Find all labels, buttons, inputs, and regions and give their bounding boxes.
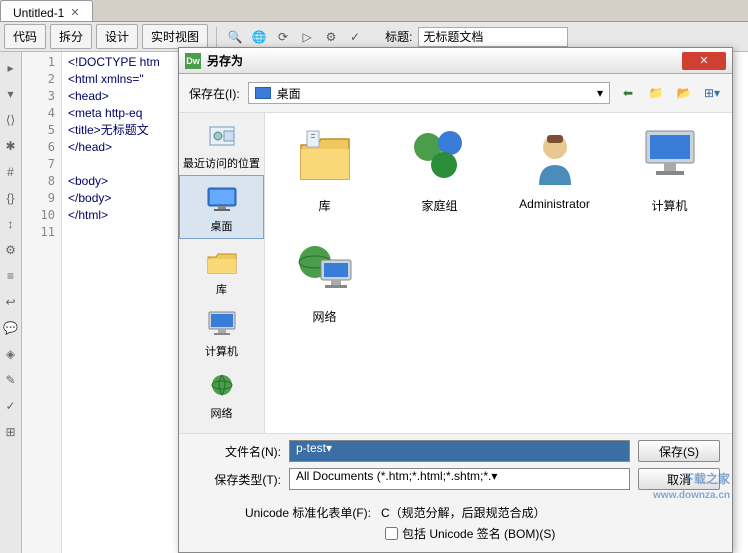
recent-icon bbox=[202, 119, 242, 153]
tab-close-icon[interactable]: ✕ bbox=[70, 6, 79, 19]
up-icon[interactable]: 📁 bbox=[646, 83, 666, 103]
indent-icon[interactable]: ≡ bbox=[3, 268, 19, 284]
folder-admin[interactable]: Administrator bbox=[507, 121, 602, 214]
filename-label: 文件名(N): bbox=[191, 443, 281, 460]
back-icon[interactable]: ⬅ bbox=[618, 83, 638, 103]
place-desktop[interactable]: 桌面 bbox=[179, 175, 264, 239]
places-bar: 最近访问的位置桌面库计算机网络 bbox=[179, 113, 265, 433]
tag-icon[interactable]: ⟨⟩ bbox=[3, 112, 19, 128]
options-icon[interactable]: ⚙ bbox=[321, 27, 341, 47]
filename-input[interactable]: p-test▾ bbox=[289, 440, 630, 462]
dreamweaver-icon: Dw bbox=[185, 53, 201, 69]
inspect-icon[interactable]: 🔍 bbox=[225, 27, 245, 47]
place-computer[interactable]: 计算机 bbox=[179, 301, 264, 363]
refresh-icon[interactable]: ⟳ bbox=[273, 27, 293, 47]
separator bbox=[216, 27, 217, 47]
unicode-label: Unicode 标准化表单(F): bbox=[191, 504, 371, 521]
dialog-bottom: 文件名(N): p-test▾ 保存(S) 保存类型(T): All Docum… bbox=[179, 433, 732, 552]
close-icon[interactable]: ✕ bbox=[682, 52, 726, 70]
design-view-button[interactable]: 设计 bbox=[96, 24, 138, 49]
save-in-value: 桌面 bbox=[277, 85, 301, 102]
collapse-icon[interactable]: ▸ bbox=[3, 60, 19, 76]
gear-icon[interactable]: ⚙ bbox=[3, 242, 19, 258]
title-input[interactable] bbox=[418, 27, 568, 47]
browse-icon[interactable]: ▷ bbox=[297, 27, 317, 47]
chevron-down-icon: ▾ bbox=[597, 86, 603, 100]
split-view-button[interactable]: 拆分 bbox=[50, 24, 92, 49]
document-tab[interactable]: Untitled-1 ✕ bbox=[0, 0, 93, 21]
live-view-button[interactable]: 实时视图 bbox=[142, 24, 208, 49]
new-folder-icon[interactable]: 📂 bbox=[674, 83, 694, 103]
bookmark-icon[interactable]: ◈ bbox=[3, 346, 19, 362]
validate-icon[interactable]: ✓ bbox=[3, 398, 19, 414]
library-icon bbox=[289, 121, 361, 193]
save-as-dialog: Dw 另存为 ✕ 保存在(I): 桌面 ▾ ⬅ 📁 📂 ⊞▾ 最近访问的位置桌面… bbox=[178, 47, 733, 553]
folder-network[interactable]: 网络 bbox=[277, 232, 372, 325]
folder-computer[interactable]: 计算机 bbox=[622, 121, 717, 214]
save-button[interactable]: 保存(S) bbox=[638, 440, 720, 462]
check-icon[interactable]: ✓ bbox=[345, 27, 365, 47]
wand-icon[interactable]: ✎ bbox=[3, 372, 19, 388]
wrap-icon[interactable]: ↩ bbox=[3, 294, 19, 310]
library-icon bbox=[202, 245, 242, 279]
save-in-combo[interactable]: 桌面 ▾ bbox=[248, 82, 610, 104]
save-in-label: 保存在(I): bbox=[189, 85, 240, 102]
asterisk-icon[interactable]: ✱ bbox=[3, 138, 19, 154]
folder-library[interactable]: 库 bbox=[277, 121, 372, 214]
dialog-main: 最近访问的位置桌面库计算机网络 库家庭组Administrator计算机网络 bbox=[179, 112, 732, 433]
hash-icon[interactable]: # bbox=[3, 164, 19, 180]
brace-icon[interactable]: {} bbox=[3, 190, 19, 206]
network-icon bbox=[289, 232, 361, 304]
left-toolbar: ▸ ▾ ⟨⟩ ✱ # {} ↕ ⚙ ≡ ↩ 💬 ◈ ✎ ✓ ⊞ bbox=[0, 52, 22, 553]
line-gutter: 1234567891011 bbox=[22, 52, 62, 553]
computer-icon bbox=[202, 307, 242, 341]
place-library[interactable]: 库 bbox=[179, 239, 264, 301]
title-field: 标题: bbox=[385, 27, 568, 47]
dialog-title: 另存为 bbox=[207, 52, 682, 69]
place-recent[interactable]: 最近访问的位置 bbox=[179, 113, 264, 175]
bom-checkbox-row[interactable]: 包括 Unicode 签名 (BOM)(S) bbox=[385, 525, 720, 542]
place-network[interactable]: 网络 bbox=[179, 363, 264, 425]
filetype-label: 保存类型(T): bbox=[191, 471, 281, 488]
network-icon bbox=[202, 369, 242, 403]
file-area[interactable]: 库家庭组Administrator计算机网络 bbox=[265, 113, 732, 433]
arrow-icon[interactable]: ↕ bbox=[3, 216, 19, 232]
bom-label: 包括 Unicode 签名 (BOM)(S) bbox=[402, 525, 555, 542]
homegroup-icon bbox=[404, 121, 476, 193]
title-label: 标题: bbox=[385, 28, 412, 45]
computer-icon bbox=[634, 121, 706, 193]
location-row: 保存在(I): 桌面 ▾ ⬅ 📁 📂 ⊞▾ bbox=[179, 74, 732, 112]
dialog-titlebar[interactable]: Dw 另存为 ✕ bbox=[179, 48, 732, 74]
code-view-button[interactable]: 代码 bbox=[4, 24, 46, 49]
watermark: 下载之家 www.downza.cn bbox=[653, 462, 730, 501]
bom-checkbox[interactable] bbox=[385, 527, 398, 540]
comment-icon[interactable]: 💬 bbox=[3, 320, 19, 336]
filetype-combo[interactable]: All Documents (*.htm;*.html;*.shtm;*.▾ bbox=[289, 468, 630, 490]
unicode-value: C（规范分解，后跟规范合成） bbox=[381, 504, 546, 521]
view-menu-icon[interactable]: ⊞▾ bbox=[702, 83, 722, 103]
globe-icon[interactable]: 🌐 bbox=[249, 27, 269, 47]
folder-homegroup[interactable]: 家庭组 bbox=[392, 121, 487, 214]
desktop-icon bbox=[255, 87, 271, 99]
admin-icon bbox=[519, 121, 591, 193]
expand-icon[interactable]: ▾ bbox=[3, 86, 19, 102]
tab-title: Untitled-1 bbox=[13, 6, 64, 20]
desktop-icon bbox=[202, 182, 242, 216]
tab-bar: Untitled-1 ✕ bbox=[0, 0, 748, 22]
format-icon[interactable]: ⊞ bbox=[3, 424, 19, 440]
